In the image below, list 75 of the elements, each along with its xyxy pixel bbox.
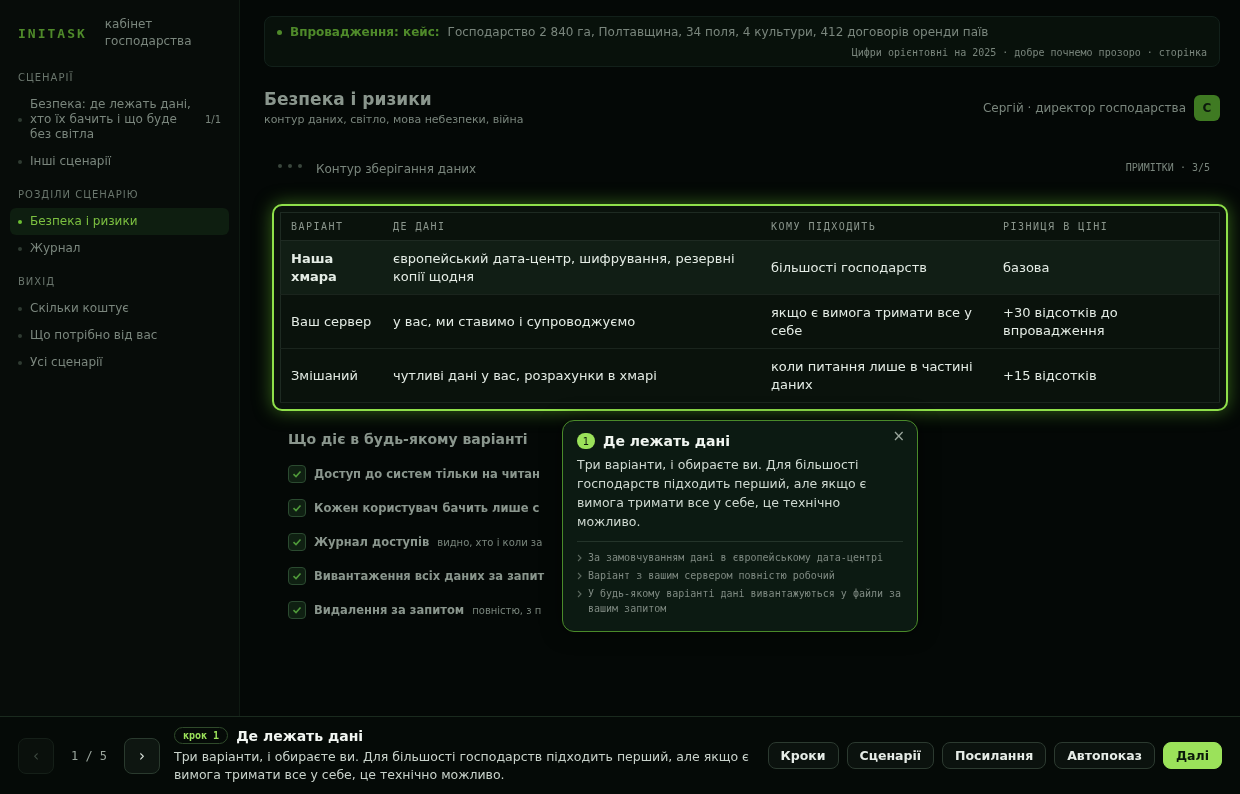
check-icon (292, 537, 302, 547)
step-counter: 1 / 5 (69, 748, 109, 763)
checkbox[interactable] (288, 465, 306, 483)
step-badge: 1 (577, 433, 595, 449)
checkbox[interactable] (288, 567, 306, 585)
page-subtitle: контур даних, світло, мова небезпеки, війна (264, 113, 524, 126)
table-cell: +30 відсотків до впровадження (993, 294, 1220, 349)
table-cell: Ваш сервер (280, 294, 383, 349)
next-button[interactable]: › (124, 737, 160, 774)
chevron-icon (577, 590, 582, 598)
popover-point: Варіант з вашим сервером повністю робочий (588, 569, 835, 583)
app-subtitle: кабінет господарства (104, 16, 193, 50)
column-header: ДЕ ДАНІ (383, 212, 761, 241)
table-cell: Наша хмара (280, 240, 383, 295)
count-label: 1/1 (204, 113, 221, 127)
check-icon (292, 571, 302, 581)
user-name: Сергій · директор господарства (982, 100, 1186, 115)
sidebar-item[interactable]: Усі сценарії (10, 349, 229, 376)
panel-meta: ПРИМІТКИ · 3/5 (1125, 162, 1210, 175)
close-button[interactable]: × (888, 427, 909, 445)
checkbox[interactable] (288, 533, 306, 551)
status-dot (277, 29, 282, 35)
column-header: ВАРІАНТ (280, 212, 383, 241)
tour-button[interactable]: Далі (1163, 742, 1222, 769)
app-logo: INITASK (18, 25, 87, 41)
column-header: РІЗНИЦЯ В ЦІНІ (993, 212, 1220, 241)
popover-point: У будь-якому варіанті дані вивантажуються у файли за вашим запитом (588, 587, 903, 616)
popover-text: Три варіанти, і обираєте ви. Для більшості господарств підходить перший, але якщо є вимога тримати все у себе, це технічно можливо. (577, 456, 868, 531)
banner-note: Цифри орієнтовні на 2025 · добре почнемо прозоро · сторінка (850, 47, 1207, 58)
sidebar-item[interactable]: Журнал (10, 235, 229, 262)
step-title: Де лежать дані (236, 727, 364, 744)
tour-button[interactable]: Сценарії (846, 742, 935, 769)
guarantee-label: Журнал доступів (314, 535, 430, 549)
tour-button[interactable]: Посилання (942, 742, 1047, 769)
popover-point: За замовчуванням дані в європейському дата-центрі (588, 551, 883, 565)
popover-title: Де лежать дані (603, 433, 731, 449)
sidebar-item[interactable]: Безпека і ризики (10, 208, 229, 235)
table-cell: якщо є вимога тримати все у себе (761, 294, 993, 349)
check-icon (292, 503, 302, 513)
sidebar-item[interactable]: Інші сценарії (10, 148, 229, 175)
step-description: Три варіанти, і обираєте ви. Для більшості господарств підходить перший, але якщо є вимога тримати все у себе, це технічно можливо. (174, 748, 750, 784)
column-header: КОМУ ПІДХОДИТЬ (761, 212, 993, 241)
table-cell: чутливі дані у вас, розрахунки в хмарі (383, 348, 761, 403)
section-heading: ВИХІД (17, 276, 56, 287)
checkbox[interactable] (288, 499, 306, 517)
table-cell: базова (993, 240, 1220, 295)
sidebar-item[interactable]: Що потрібно від вас (10, 322, 229, 349)
banner-label: Впровадження: кейс: (290, 25, 440, 39)
table-cell: +15 відсотків (993, 348, 1220, 403)
chevron-icon (577, 554, 582, 562)
table-cell: більшості господарств (761, 240, 993, 295)
panel-title: Контур зберігання даних (316, 162, 477, 176)
chevron-icon (577, 572, 582, 580)
section-title: Що діє в будь-якому варіанті (288, 431, 528, 447)
check-icon (292, 605, 302, 615)
table-cell: коли питання лише в частині даних (761, 348, 993, 403)
guarantee-label: Доступ до систем тільки на читан (314, 467, 541, 481)
guarantee-note: видно, хто і коли за (437, 536, 543, 548)
table-cell: у вас, ми ставимо і супроводжуємо (383, 294, 761, 349)
tour-button[interactable]: Автопоказ (1054, 742, 1155, 769)
guarantee-label: Кожен користувач бачить лише с (314, 501, 540, 515)
table-cell: європейський дата-центр, шифрування, резервні копії щодня (383, 240, 761, 295)
sidebar-item[interactable]: Безпека: де лежать дані, хто їх бачить і що буде без світла 1/1 (10, 91, 229, 148)
banner-text: Господарство 2 840 га, Полтавщина, 34 поля, 4 культури, 412 договорів оренди паїв (447, 25, 989, 39)
guarantee-note: повністю, з п (472, 604, 542, 616)
checkbox[interactable] (288, 601, 306, 619)
page-title: Безпека і ризики (264, 89, 433, 109)
table-cell: Змішаний (280, 348, 383, 403)
check-icon (292, 469, 302, 479)
guarantee-label: Видалення за запитом (314, 603, 465, 617)
sidebar-item[interactable]: Скільки коштує (10, 295, 229, 322)
guarantee-label: Вивантаження всіх даних за запит (314, 569, 545, 583)
section-heading: РОЗДІЛИ СЦЕНАРІЮ (17, 189, 140, 200)
section-heading: СЦЕНАРІЇ (17, 72, 75, 83)
tour-button[interactable]: Кроки (767, 742, 839, 769)
